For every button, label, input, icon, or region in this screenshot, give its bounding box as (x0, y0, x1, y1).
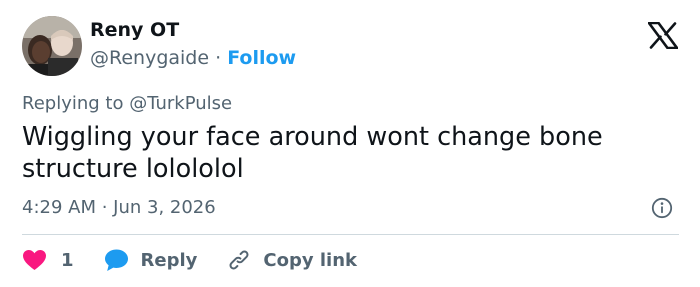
link-icon (227, 248, 251, 272)
x-logo-icon[interactable] (647, 21, 679, 50)
follow-button[interactable]: Follow (227, 47, 296, 69)
tweet-timestamp[interactable]: 4:29 AM · Jun 3, 2026 (22, 197, 216, 218)
tweet-card: Reny OT @Renygaide · Follow Replying to … (0, 0, 700, 287)
speech-bubble-icon (104, 248, 129, 272)
avatar[interactable] (22, 16, 82, 76)
info-icon[interactable] (651, 197, 673, 219)
reply-context-prefix: Replying to (22, 93, 124, 114)
like-button[interactable]: 1 (22, 249, 74, 271)
action-bar: 1 Reply Copy link (22, 247, 357, 273)
handle-separator: · (215, 47, 222, 69)
reply-context: Replying to @TurkPulse (22, 93, 232, 114)
author-handle[interactable]: @Renygaide (90, 47, 209, 69)
heart-icon (22, 249, 47, 271)
tweet-text: Wiggling your face around wont change bo… (22, 122, 603, 184)
avatar-image (22, 16, 82, 76)
reply-label: Reply (140, 249, 198, 271)
reply-context-mention[interactable]: @TurkPulse (129, 93, 232, 114)
copy-link-label: Copy link (263, 249, 357, 271)
reply-button[interactable]: Reply (104, 248, 198, 272)
divider (22, 234, 679, 235)
author-handle-line: @Renygaide · Follow (90, 47, 296, 69)
like-count: 1 (61, 249, 74, 271)
copy-link-button[interactable]: Copy link (227, 248, 357, 272)
author-name[interactable]: Reny OT (90, 19, 179, 41)
